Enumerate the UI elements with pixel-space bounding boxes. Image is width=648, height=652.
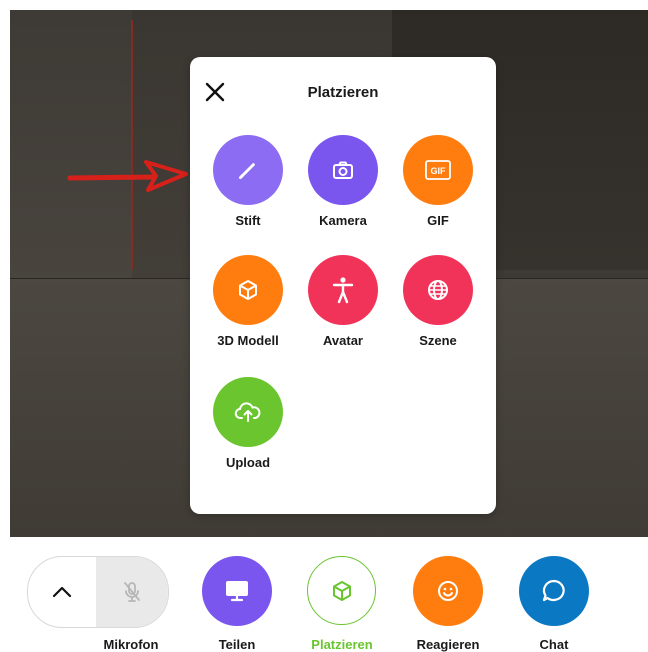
- toolbar-item-chat[interactable]: [519, 556, 589, 626]
- chat-button[interactable]: [519, 556, 589, 626]
- upload-button[interactable]: [213, 377, 283, 447]
- place-item-avatar[interactable]: Avatar: [296, 255, 390, 348]
- cube-icon: [239, 280, 257, 300]
- gif-button[interactable]: GIF: [403, 135, 473, 205]
- chevron-up-icon: [52, 586, 72, 598]
- place-item-label: Stift: [235, 213, 261, 228]
- cloud-upload-icon: [234, 402, 261, 422]
- place-item-label: GIF: [427, 213, 449, 228]
- smiley-icon: [438, 581, 458, 601]
- pencil-icon: [239, 163, 255, 179]
- chat-bubble-icon: [542, 579, 565, 602]
- place-item-label: Avatar: [323, 333, 363, 348]
- camera-button[interactable]: [308, 135, 378, 205]
- react-button[interactable]: [413, 556, 483, 626]
- place-item-gif[interactable]: GIF GIF: [391, 135, 485, 228]
- toolbar-item-react[interactable]: [413, 556, 483, 626]
- react-label: Reagieren: [416, 637, 480, 652]
- place-item-stift[interactable]: Stift: [201, 135, 295, 228]
- globe-icon: [428, 280, 448, 300]
- microphone-options-toggle[interactable]: [28, 557, 96, 627]
- scene-wall-edge: [131, 20, 133, 270]
- toolbar-item-share[interactable]: [202, 556, 272, 626]
- share-button[interactable]: [202, 556, 272, 626]
- scene-button[interactable]: [403, 255, 473, 325]
- person-icon: [332, 277, 354, 304]
- panel-title: Platzieren: [307, 84, 379, 101]
- microphone-label: Mikrofon: [103, 637, 159, 652]
- avatar-button[interactable]: [308, 255, 378, 325]
- place-label: Platzieren: [311, 637, 373, 652]
- annotation-arrow-icon: [67, 160, 188, 192]
- cube-icon: [332, 580, 351, 601]
- share-label: Teilen: [218, 637, 256, 652]
- place-item-kamera[interactable]: Kamera: [296, 135, 390, 228]
- place-item-3d-modell[interactable]: 3D Modell: [201, 255, 295, 348]
- place-button[interactable]: [307, 556, 376, 625]
- gif-badge-text: GIF: [431, 166, 447, 176]
- microphone-off-icon: [124, 582, 140, 602]
- place-item-label: Upload: [225, 455, 271, 470]
- place-item-upload[interactable]: Upload: [201, 377, 295, 470]
- toolbar-item-place[interactable]: [307, 556, 376, 625]
- microphone-control: [27, 556, 169, 628]
- monitor-icon: [226, 581, 248, 602]
- gif-icon: GIF: [425, 160, 451, 180]
- place-item-label: Kamera: [319, 213, 367, 228]
- place-item-label: Szene: [419, 333, 457, 348]
- place-item-szene[interactable]: Szene: [391, 255, 485, 348]
- pencil-button[interactable]: [213, 135, 283, 205]
- chat-label: Chat: [539, 637, 569, 652]
- place-panel: Platzieren Stift Kamera GIF GIF 3D Model…: [190, 57, 496, 514]
- microphone-button[interactable]: [96, 557, 168, 627]
- camera-icon: [333, 161, 353, 179]
- cube-button[interactable]: [213, 255, 283, 325]
- place-item-label: 3D Modell: [217, 333, 279, 348]
